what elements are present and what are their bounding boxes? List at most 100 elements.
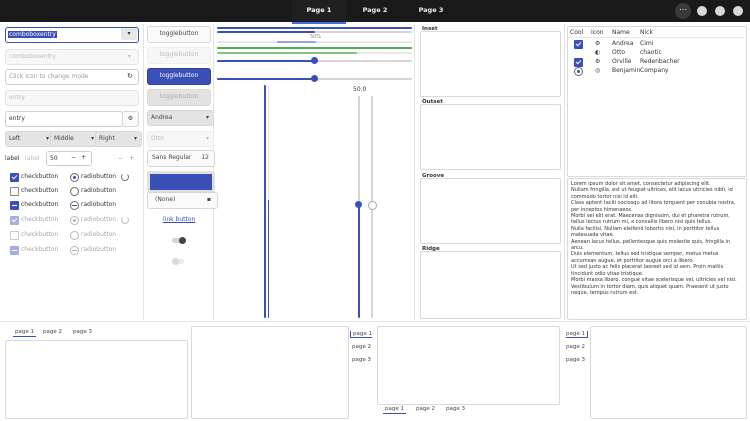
- toggle-button[interactable]: togglebutton: [147, 26, 211, 43]
- scale-handle[interactable]: [311, 75, 318, 82]
- row-cool-check[interactable]: [574, 58, 583, 67]
- combobox-entry-disabled-text: comboboxentry: [9, 53, 56, 60]
- more-icon[interactable]: ⋯: [675, 3, 691, 19]
- file-chooser-label: (None): [155, 196, 176, 203]
- vertical-scale-handle[interactable]: [355, 201, 362, 208]
- notebook3-tab-page-1[interactable]: page 1: [350, 331, 372, 338]
- level-bar: [217, 52, 412, 54]
- radio-label: radiobutton: [81, 246, 117, 253]
- column-header-icon[interactable]: Icon: [591, 29, 604, 36]
- header-bar: Page 1 Page 2 Page 3 ⋯: [0, 0, 750, 24]
- checkbox-label: checkbutton: [21, 246, 59, 253]
- notebook1-tab-page-1[interactable]: page 1: [13, 329, 36, 337]
- icon-entry[interactable]: Click icon to change mode ↻: [5, 69, 139, 85]
- notebook5-tab-page-1[interactable]: page 1: [566, 331, 588, 338]
- file-chooser-button[interactable]: (None) ▪: [147, 192, 218, 209]
- switch-disabled: [172, 258, 184, 265]
- dial-icon: ◎: [595, 67, 601, 74]
- frame-ridge: [420, 251, 561, 319]
- vertical-scale-handle[interactable]: [368, 201, 377, 210]
- separator: [564, 24, 565, 320]
- checkbox-checked[interactable]: [10, 173, 19, 182]
- combobox-entry[interactable]: comboboxentry ▾: [5, 27, 139, 43]
- minus-icon[interactable]: −: [71, 154, 76, 161]
- checkbox-label: checkbutton: [21, 187, 59, 194]
- level-bar: [217, 47, 412, 49]
- refresh-icon[interactable]: ↻: [127, 72, 133, 80]
- progress-label: 50%: [310, 34, 322, 40]
- combobox-entry-disabled: comboboxentry ▾: [5, 49, 139, 65]
- radio-inconsistent-disabled: [70, 246, 79, 255]
- toggle-button-active[interactable]: togglebutton: [147, 68, 211, 85]
- notebook5-tab-page-3[interactable]: page 3: [566, 357, 585, 363]
- toggle-button-disabled: togglebutton: [147, 47, 211, 64]
- separator: [414, 24, 415, 320]
- progress-bar: [217, 31, 412, 33]
- plus-icon[interactable]: +: [81, 154, 86, 161]
- checkbox-inconsistent[interactable]: [10, 201, 19, 210]
- scale-handle[interactable]: [311, 57, 318, 64]
- combobox-otto: Otto ▾: [147, 131, 214, 147]
- notebook1-tab-page-2[interactable]: page 2: [43, 329, 62, 335]
- tree-view[interactable]: Cool Icon Name Nick ⚙ Andrea Cimi ◐ Otto…: [567, 26, 747, 177]
- seg-right-label: Right: [99, 135, 115, 142]
- seg-middle-label: Middle: [54, 135, 74, 142]
- text-view[interactable]: Lorem ipsum dolor sit amet, consectetur …: [567, 178, 747, 320]
- settings-icon: ⚙: [595, 58, 601, 65]
- text-view-content: Lorem ipsum dolor sit amet, consectetur …: [571, 181, 737, 296]
- scale-value-label: 50.0: [353, 86, 367, 93]
- half-circle-icon: ◐: [595, 49, 601, 56]
- checkbox-unchecked[interactable]: [10, 187, 19, 196]
- tab-page-1[interactable]: Page 1: [292, 0, 346, 24]
- notebook4-tab-page-2[interactable]: page 2: [416, 406, 435, 412]
- progress-bar: [217, 27, 412, 29]
- combobox-andrea[interactable]: Andrea ▾: [147, 110, 214, 126]
- notebook4-tab-page-1[interactable]: page 1: [383, 406, 406, 414]
- label: label: [5, 155, 20, 162]
- row-cool-check[interactable]: [574, 40, 583, 49]
- link-button[interactable]: link button: [163, 216, 195, 223]
- font-size: 12: [201, 154, 209, 161]
- color-button[interactable]: [147, 171, 215, 193]
- column-header-nick[interactable]: Nick: [640, 29, 653, 36]
- maximize-button[interactable]: [715, 6, 725, 16]
- spin-button[interactable]: 50 − +: [46, 151, 92, 166]
- icon-entry-placeholder: Click icon to change mode: [9, 73, 89, 80]
- entry-disabled: entry: [5, 90, 139, 106]
- radio-inconsistent[interactable]: [70, 201, 79, 210]
- notebook3-tab-page-2[interactable]: page 2: [352, 344, 371, 350]
- frame-outset: [420, 104, 561, 170]
- radio-label: radiobutton: [81, 187, 117, 194]
- tab-page-2[interactable]: Page 2: [348, 0, 402, 22]
- switch-off[interactable]: [172, 237, 186, 244]
- radio-unselected[interactable]: [70, 187, 79, 196]
- row-cool-radio[interactable]: [574, 67, 583, 76]
- font-button[interactable]: Sans Regular 12: [147, 150, 215, 167]
- row-nick: Company: [640, 67, 669, 74]
- entry[interactable]: entry: [5, 111, 123, 127]
- minimize-button[interactable]: [697, 6, 707, 16]
- minus-icon: −: [118, 155, 124, 162]
- column-header-name[interactable]: Name: [612, 29, 630, 36]
- notebook1-tab-page-3[interactable]: page 3: [73, 329, 92, 335]
- vertical-progress: [268, 85, 269, 318]
- separator: [143, 24, 144, 320]
- seg-left[interactable]: Left ▾: [5, 131, 54, 147]
- tab-page-3[interactable]: Page 3: [404, 0, 458, 22]
- notebook4-tab-page-3[interactable]: page 3: [446, 406, 465, 412]
- row-name: Orville: [612, 58, 632, 65]
- seg-right[interactable]: Right ▾: [95, 131, 142, 147]
- notebook3-tab-page-3[interactable]: page 3: [352, 357, 371, 363]
- chevron-down-icon: ▾: [90, 135, 94, 142]
- checkbox-label: checkbutton: [21, 201, 59, 208]
- close-button[interactable]: [733, 6, 743, 16]
- radio-selected[interactable]: [70, 173, 79, 182]
- gear-icon[interactable]: ⚙: [122, 111, 139, 127]
- notebook5-tab-page-2[interactable]: page 2: [566, 344, 585, 350]
- seg-left-label: Left: [9, 135, 21, 142]
- seg-middle[interactable]: Middle ▾: [50, 131, 99, 147]
- checkbox-inconsistent-disabled: [10, 246, 19, 255]
- column-header-cool[interactable]: Cool: [570, 29, 583, 36]
- notebook2-page: [191, 326, 349, 419]
- chevron-down-icon[interactable]: ▾: [121, 28, 137, 40]
